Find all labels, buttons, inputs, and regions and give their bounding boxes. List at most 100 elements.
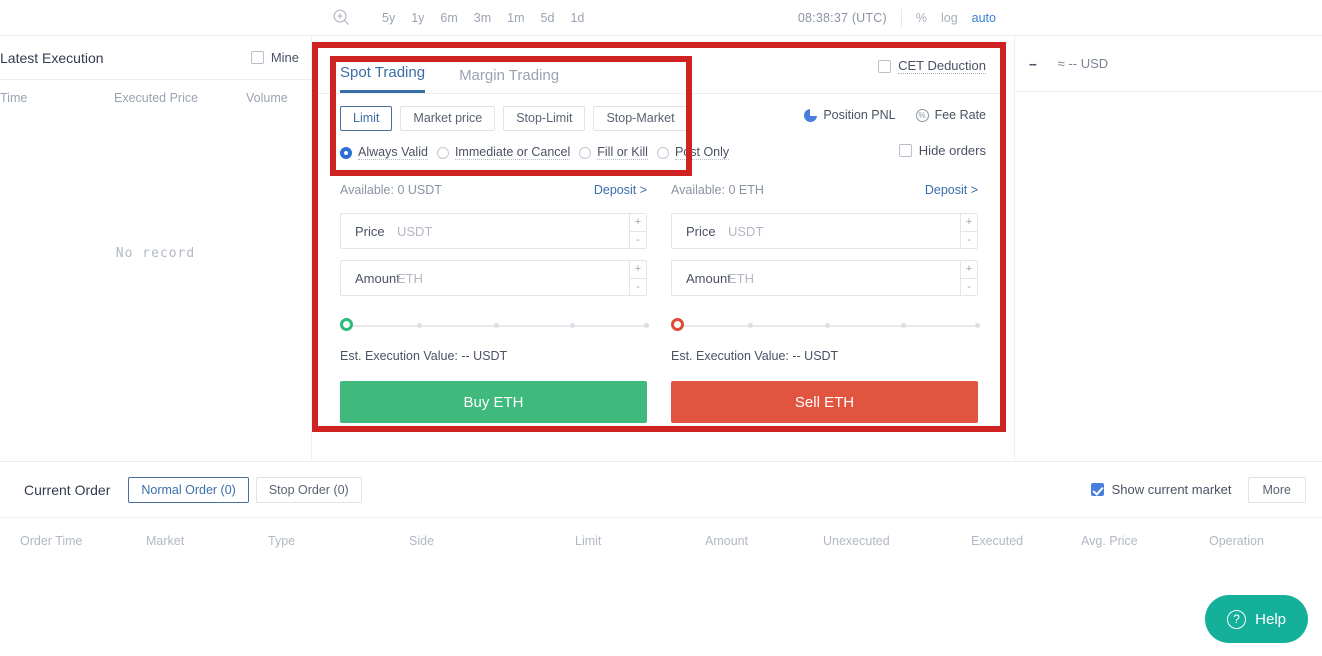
fee-rate-button[interactable]: % Fee Rate: [915, 108, 986, 122]
validity-label-fill-or-kill: Fill or Kill: [597, 145, 648, 160]
show-current-market-checkbox[interactable]: [1090, 483, 1104, 496]
hide-orders-label: Hide orders: [918, 143, 986, 158]
hide-orders-checkbox[interactable]: [898, 144, 912, 157]
zoom-in-icon[interactable]: [328, 5, 354, 31]
sell-amount-stepper[interactable]: + -: [960, 261, 977, 295]
tab-margin-trading[interactable]: Margin Trading: [459, 67, 559, 93]
buy-amount-slider[interactable]: [340, 318, 649, 334]
sell-amount-slider[interactable]: [671, 318, 980, 334]
help-button[interactable]: ? Help: [1205, 595, 1308, 643]
orders-column-operation: Operation: [1209, 534, 1264, 548]
buy-slider-tick-25[interactable]: [416, 322, 422, 328]
show-current-market-toggle[interactable]: Show current market: [1090, 482, 1232, 497]
buy-price-stepper[interactable]: + -: [629, 214, 646, 248]
help-label: Help: [1255, 610, 1286, 628]
current-order-title: Current Order: [24, 481, 111, 498]
latest-execution-title: Latest Execution: [0, 49, 104, 66]
mine-filter-toggle[interactable]: Mine: [250, 50, 299, 65]
sell-amount-decrement[interactable]: -: [961, 279, 977, 296]
buy-button[interactable]: Buy ETH: [340, 381, 647, 423]
buy-slider-tick-75[interactable]: [570, 322, 576, 328]
order-type-stop-limit[interactable]: Stop-Limit: [503, 106, 586, 131]
timeframe-1y[interactable]: 1y: [411, 11, 424, 25]
mine-checkbox[interactable]: [250, 51, 264, 64]
validity-immediate-or-cancel[interactable]: Immediate or Cancel: [436, 145, 571, 160]
hide-orders-toggle[interactable]: Hide orders: [898, 143, 986, 158]
pnl-fee-row: Position PNL % Fee Rate: [804, 107, 986, 122]
sell-price-stepper[interactable]: + -: [960, 214, 977, 248]
buy-price-field[interactable]: Price + -: [340, 213, 647, 249]
radio-always-valid[interactable]: [340, 146, 352, 159]
buy-slider-tick-50[interactable]: [493, 322, 499, 328]
tab-stop-order[interactable]: Stop Order (0): [255, 476, 362, 503]
show-current-market-label: Show current market: [1111, 482, 1232, 497]
order-type-stop-market[interactable]: Stop-Market: [593, 106, 688, 131]
validity-fill-or-kill[interactable]: Fill or Kill: [579, 145, 648, 160]
sell-price-increment[interactable]: +: [961, 214, 977, 232]
radio-post-only[interactable]: [656, 146, 669, 159]
sell-slider-tick-25[interactable]: [747, 322, 753, 328]
fee-rate-label: Fee Rate: [934, 108, 986, 122]
latest-execution-panel: Latest Execution Mine Time Executed Pric…: [0, 36, 312, 460]
sell-available: Available: 0 ETH: [671, 183, 764, 197]
latest-execution-columns: Time Executed Price Volume: [0, 80, 311, 116]
sell-price-decrement[interactable]: -: [961, 232, 977, 249]
buy-price-input[interactable]: [397, 223, 629, 239]
scale-auto-option[interactable]: auto: [972, 11, 996, 25]
sell-slider-tick-50[interactable]: [824, 322, 830, 328]
radio-immediate-or-cancel[interactable]: [436, 146, 449, 159]
buy-deposit-link[interactable]: Deposit >: [594, 183, 647, 197]
sell-available-row: Available: 0 ETH Deposit >: [671, 178, 978, 202]
sell-slider-tick-100[interactable]: [974, 322, 980, 328]
sell-price-input[interactable]: [728, 223, 960, 239]
validity-post-only[interactable]: Post Only: [656, 145, 730, 160]
buy-available: Available: 0 USDT: [340, 183, 442, 197]
toolbar-divider: [900, 8, 902, 27]
latest-execution-empty: No record: [115, 246, 196, 261]
sell-slider-knob[interactable]: [671, 318, 684, 331]
order-type-limit[interactable]: Limit: [340, 106, 393, 131]
tab-spot-trading[interactable]: Spot Trading: [340, 64, 426, 93]
more-button[interactable]: More: [1247, 476, 1306, 503]
sell-amount-increment[interactable]: +: [961, 261, 977, 279]
sell-amount-field[interactable]: Amount + -: [671, 260, 978, 296]
buy-amount-increment[interactable]: +: [630, 261, 646, 279]
order-forms: Available: 0 USDT Deposit > Price + - Am…: [318, 178, 1000, 423]
sell-button[interactable]: Sell ETH: [671, 381, 978, 423]
buy-price-increment[interactable]: +: [630, 214, 646, 232]
validity-always-valid[interactable]: Always Valid: [340, 145, 428, 160]
scale-percent-option[interactable]: %: [916, 11, 927, 25]
timeframe-1m[interactable]: 1m: [507, 11, 524, 25]
radio-fill-or-kill[interactable]: [579, 146, 592, 159]
sell-slider-tick-75[interactable]: [901, 322, 907, 328]
scale-log-option[interactable]: log: [941, 11, 958, 25]
latest-execution-header: Latest Execution Mine: [0, 36, 311, 80]
timeframe-3m[interactable]: 3m: [474, 11, 491, 25]
mine-label: Mine: [270, 50, 299, 65]
tab-normal-order[interactable]: Normal Order (0): [128, 476, 249, 503]
position-pnl-button[interactable]: Position PNL: [804, 107, 896, 122]
buy-slider-knob[interactable]: [340, 318, 353, 331]
cet-deduction-checkbox[interactable]: [878, 59, 892, 73]
timeframe-5d[interactable]: 5d: [541, 11, 555, 25]
cet-deduction-toggle[interactable]: CET Deduction: [878, 58, 986, 74]
chart-clock: 08:38:37 (UTC): [797, 10, 887, 25]
buy-amount-label: Amount: [355, 270, 400, 286]
timeframe-1d[interactable]: 1d: [570, 11, 584, 25]
trading-panel: Spot Trading Margin Trading CET Deductio…: [318, 48, 1000, 426]
chart-toolbar-right: 08:38:37 (UTC) % log auto: [797, 8, 1020, 27]
buy-est-value: Est. Execution Value: -- USDT: [340, 349, 508, 363]
buy-amount-field[interactable]: Amount + -: [340, 260, 647, 296]
buy-amount-input[interactable]: [397, 270, 629, 286]
timeframe-5y[interactable]: 5y: [382, 11, 395, 25]
sell-amount-input[interactable]: [728, 270, 960, 286]
order-type-market-price[interactable]: Market price: [400, 106, 496, 131]
buy-amount-decrement[interactable]: -: [630, 279, 646, 296]
sell-price-field[interactable]: Price + -: [671, 213, 978, 249]
buy-amount-stepper[interactable]: + -: [629, 261, 646, 295]
buy-price-decrement[interactable]: -: [630, 232, 646, 249]
sell-price-label: Price: [686, 223, 716, 239]
buy-slider-tick-100[interactable]: [643, 322, 649, 328]
sell-deposit-link[interactable]: Deposit >: [925, 183, 978, 197]
timeframe-6m[interactable]: 6m: [440, 11, 457, 25]
